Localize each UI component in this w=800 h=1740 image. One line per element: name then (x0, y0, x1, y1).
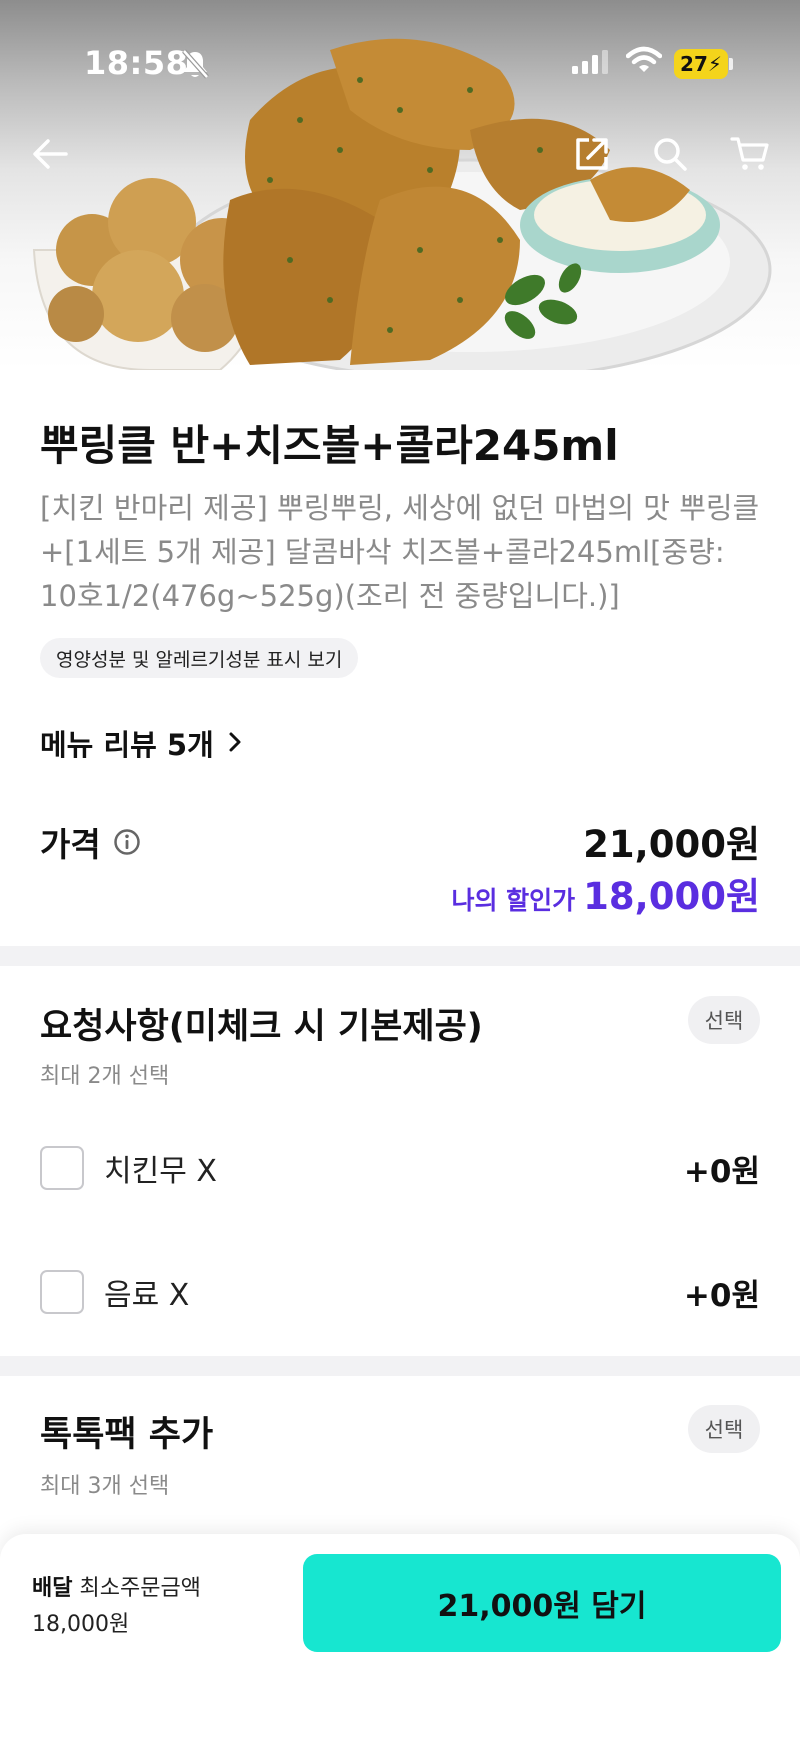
optional-badge: 선택 (688, 1405, 760, 1453)
wifi-icon (625, 46, 663, 78)
nutrition-info-chip[interactable]: 영양성분 및 알레르기성분 표시 보기 (40, 638, 359, 678)
back-button[interactable] (26, 132, 74, 180)
option-price: +0원 (683, 1277, 760, 1314)
checkbox[interactable] (40, 1146, 84, 1190)
share-button[interactable] (568, 132, 616, 180)
status-time: 18:58 (84, 44, 189, 82)
nutrition-info-label: 영양성분 및 알레르기성분 표시 보기 (56, 648, 343, 671)
status-bar: 18:58 27 ⚡ (0, 0, 800, 130)
search-button[interactable] (646, 132, 694, 180)
discount-value: 18,000원 (583, 875, 760, 918)
option-label: 음료 X (104, 1278, 190, 1313)
review-link-label: 메뉴 리뷰 5개 (40, 728, 214, 762)
price-label-row: 가격 (40, 818, 141, 866)
cart-icon (730, 136, 770, 176)
chevron-right-icon (228, 726, 242, 760)
add-to-cart-label: 21,000원 담기 (437, 1589, 647, 1624)
option-radish-none[interactable]: 치킨무 X +0원 (40, 1138, 760, 1198)
option-label: 치킨무 X (104, 1154, 217, 1189)
add-to-cart-button[interactable]: 21,000원 담기 (303, 1554, 781, 1652)
min-order-label: 최소주문금액 (79, 1576, 201, 1601)
battery-cap (729, 58, 733, 70)
bell-muted-icon (180, 48, 210, 84)
option-price: +0원 (683, 1153, 760, 1190)
request-section-subtitle: 최대 2개 선택 (40, 1064, 170, 1089)
search-icon (652, 136, 688, 176)
battery-level: 27 (680, 52, 708, 76)
option-drink-none[interactable]: 음료 X +0원 (40, 1262, 760, 1322)
addon-section-subtitle: 최대 3개 선택 (40, 1474, 170, 1499)
share-icon (574, 136, 610, 176)
min-order-value: 18,000원 (32, 1612, 130, 1637)
request-section-title: 요청사항(미체크 시 기본제공) (40, 1007, 483, 1047)
addon-section-title: 톡톡팩 추가 (40, 1415, 214, 1455)
checkbox[interactable] (40, 1270, 84, 1314)
cellular-signal-icon (572, 50, 608, 78)
bottom-order-bar: 배달 최소주문금액 18,000원 21,000원 담기 (0, 1534, 800, 1740)
battery-charging-icon: 27 ⚡ (674, 49, 728, 79)
product-description: [치킨 반마리 제공] 뿌링뿌링, 세상에 없던 마법의 맛 뿌링클+[1세트 … (40, 491, 760, 613)
price-value: 21,000원 (583, 823, 760, 866)
delivery-label: 배달 (32, 1576, 73, 1601)
price-label: 가격 (40, 825, 101, 864)
info-icon[interactable] (113, 828, 141, 856)
discount-price-row: 나의 할인가 18,000원 (451, 866, 760, 920)
section-divider (0, 1356, 800, 1376)
cart-button[interactable] (726, 132, 774, 180)
discount-label: 나의 할인가 (451, 886, 576, 915)
optional-badge: 선택 (688, 996, 760, 1044)
min-order-info: 배달 최소주문금액 (32, 1570, 201, 1602)
product-title: 뿌링클 반+치즈볼+콜라245ml (40, 421, 619, 470)
product-hero-image: 18:58 27 ⚡ (0, 0, 800, 370)
menu-review-link[interactable]: 메뉴 리뷰 5개 (40, 722, 242, 764)
back-arrow-icon (32, 138, 68, 174)
section-divider (0, 946, 800, 966)
